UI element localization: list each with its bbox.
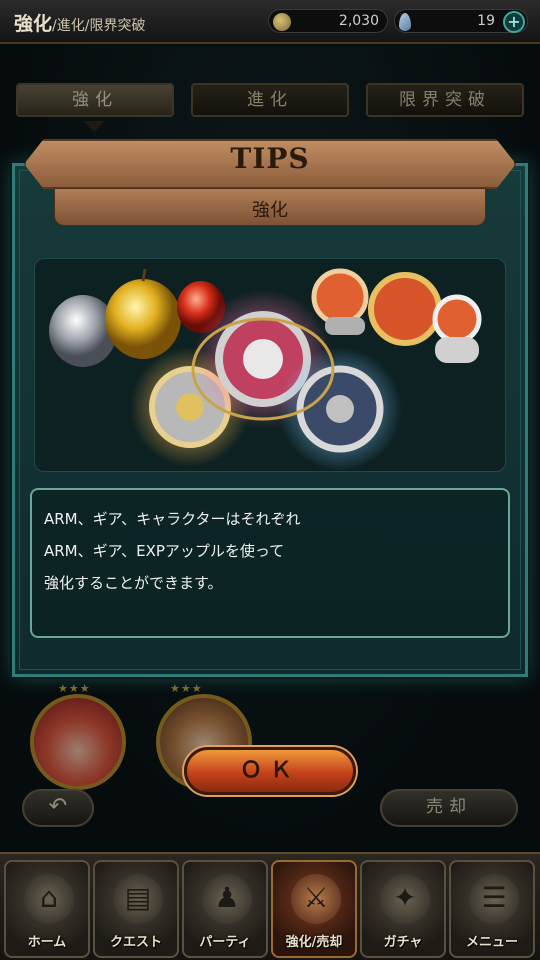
coin-value: 2,030	[338, 13, 379, 29]
nav-home[interactable]: ⌂ ホーム	[4, 860, 90, 958]
gold-apple	[105, 279, 181, 359]
ok-button[interactable]: ＯＫ	[184, 747, 356, 795]
nav-label: パーティ	[199, 935, 251, 950]
gem-icon	[399, 13, 411, 31]
menu-icon: ☰	[469, 874, 519, 924]
nav-enhance-sell[interactable]: ⚔ 強化/売却	[271, 860, 357, 958]
nav-label: ガチャ	[383, 935, 423, 950]
nav-label: メニュー	[465, 935, 518, 950]
nav-label: 強化/売却	[285, 935, 343, 950]
party-icon: ♟	[202, 874, 252, 924]
description-line: 強化することができます。	[44, 574, 223, 592]
add-gems-button[interactable]: +	[503, 11, 525, 33]
page-title: 強化/進化/限界突破	[14, 9, 145, 36]
illustration	[34, 258, 506, 472]
nav-quest[interactable]: ▤ クエスト	[93, 860, 179, 958]
dialog-subtitle: 強化	[252, 200, 288, 221]
dialog-title: TIPS	[230, 142, 310, 175]
home-icon: ⌂	[24, 874, 74, 924]
nav-menu[interactable]: ☰ メニュー	[449, 860, 535, 958]
title-current: 強化	[14, 13, 53, 35]
nav-gacha[interactable]: ✦ ガチャ	[360, 860, 446, 958]
bottom-nav: ⌂ ホーム ▤ クエスト ♟ パーティ ⚔ 強化/売却 ✦ ガチャ ☰ メニュー	[0, 852, 540, 960]
nav-label: クエスト	[109, 935, 162, 950]
coin-icon	[273, 13, 291, 31]
description-line: ARM、ギア、EXPアップルを使って	[44, 542, 285, 560]
top-bar: 強化/進化/限界突破 2,030 19 +	[0, 0, 540, 44]
enhance-icon: ⚔	[291, 874, 341, 924]
gem-value: 19	[477, 13, 495, 29]
enhance-materials-art	[49, 268, 482, 471]
coin-counter: 2,030	[268, 9, 388, 33]
nav-label: ホーム	[27, 935, 67, 950]
description-line: ARM、ギア、キャラクターはそれぞれ	[44, 510, 301, 528]
title-breadcrumb: /進化/限界突破	[52, 18, 146, 34]
gacha-icon: ✦	[380, 874, 430, 924]
quest-book-icon: ▤	[113, 874, 163, 924]
nav-party[interactable]: ♟ パーティ	[182, 860, 268, 958]
gem-counter: 19 +	[394, 9, 528, 33]
